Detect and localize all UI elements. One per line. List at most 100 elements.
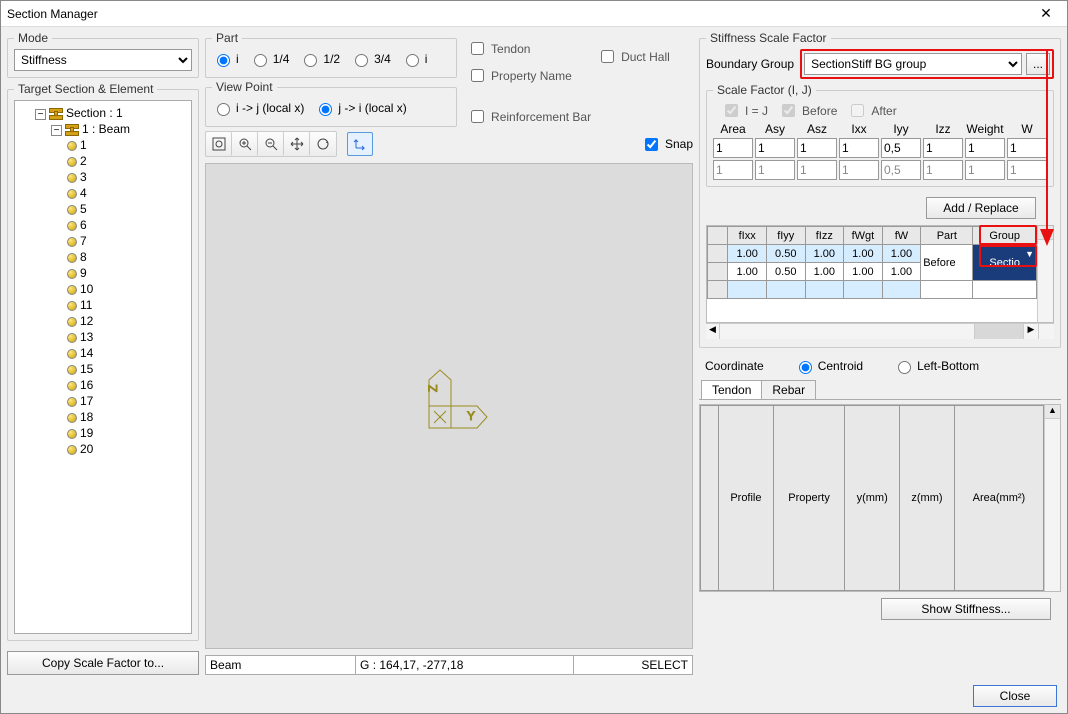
sf-input[interactable] <box>713 138 753 158</box>
centroid-radio[interactable]: Centroid <box>794 358 863 374</box>
show-stiffness-button[interactable]: Show Stiffness... <box>881 598 1051 620</box>
sf-input-ro <box>755 160 795 180</box>
sf-input[interactable] <box>839 138 879 158</box>
coordinate-label: Coordinate <box>705 359 764 373</box>
tree-item[interactable]: 16 <box>67 377 187 393</box>
svg-text:Y: Y <box>467 409 475 423</box>
sf-input-ro <box>965 160 1005 180</box>
section-tree[interactable]: −Section : 1−1 : Beam1234567891011121314… <box>14 100 192 634</box>
sf-input-ro <box>923 160 963 180</box>
stiffness-scale-factor-group: Stiffness Scale Factor Boundary Group Se… <box>699 31 1061 348</box>
part-radio-1/2[interactable]: 1/2 <box>299 51 340 67</box>
zoom-in-icon[interactable] <box>232 132 258 156</box>
target-legend: Target Section & Element <box>14 82 157 96</box>
coordinate-axes-icon: Z Y <box>409 366 489 446</box>
status-bar: Beam G : 164,17, -277,18 SELECT <box>205 655 693 675</box>
tree-item[interactable]: 14 <box>67 345 187 361</box>
tree-item[interactable]: 7 <box>67 233 187 249</box>
grid-hscroll[interactable]: ◀ ▶ <box>706 323 1054 339</box>
sf-input-ro <box>839 160 879 180</box>
tree-item[interactable]: 3 <box>67 169 187 185</box>
tendon-rebar-tabs: Tendon Rebar <box>699 380 1061 400</box>
tree-item[interactable]: 17 <box>67 393 187 409</box>
sf-input[interactable] <box>755 138 795 158</box>
grid-vscroll[interactable]: ▲ <box>1037 226 1053 322</box>
sf-input-ro <box>881 160 921 180</box>
target-group: Target Section & Element −Section : 1−1 … <box>7 82 199 641</box>
add-replace-button[interactable]: Add / Replace <box>926 197 1036 219</box>
tree-item[interactable]: 2 <box>67 153 187 169</box>
tree-item[interactable]: 6 <box>67 217 187 233</box>
boundary-group-select[interactable]: SectionStiff BG group <box>804 53 1022 75</box>
tree-item[interactable]: 8 <box>67 249 187 265</box>
titlebar: Section Manager ✕ <box>1 1 1067 27</box>
window-title: Section Manager <box>7 7 1031 21</box>
sf-input[interactable] <box>965 138 1005 158</box>
snap-check[interactable]: Snap <box>641 135 693 154</box>
tendon-check[interactable]: Tendon <box>467 39 591 58</box>
viewpoint-radio[interactable]: j -> i (local x) <box>314 100 406 116</box>
sf-legend: Scale Factor (I, J) <box>713 83 816 97</box>
view-toolbar <box>205 131 337 157</box>
zoom-out-icon[interactable] <box>258 132 284 156</box>
tree-item[interactable]: 10 <box>67 281 187 297</box>
part-radio-i[interactable]: i <box>212 51 239 67</box>
tree-item[interactable]: 15 <box>67 361 187 377</box>
tab-rebar[interactable]: Rebar <box>761 380 816 399</box>
mode-legend: Mode <box>14 31 52 45</box>
sf-input[interactable] <box>881 138 921 158</box>
section-viewport[interactable]: Z Y <box>205 163 693 649</box>
i-equals-j-check: I = J <box>721 101 768 120</box>
scale-factor-grid[interactable]: fIxxfIyyfIzzfWgtfWPartGroup1.000.501.001… <box>706 225 1054 323</box>
tree-item[interactable]: 1 <box>67 137 187 153</box>
mode-select[interactable]: Stiffness <box>14 49 192 71</box>
sf-input[interactable] <box>1007 138 1047 158</box>
viewpoint-legend: View Point <box>212 80 276 94</box>
part-radio-i[interactable]: i <box>401 51 428 67</box>
tree-item[interactable]: 9 <box>67 265 187 281</box>
tree-item[interactable]: 18 <box>67 409 187 425</box>
tree-item[interactable]: 11 <box>67 297 187 313</box>
zoom-fit-icon[interactable] <box>206 132 232 156</box>
scale-factor-group: Scale Factor (I, J) I = J Before After A… <box>706 83 1054 187</box>
left-bottom-radio[interactable]: Left-Bottom <box>893 358 979 374</box>
tree-item[interactable]: 12 <box>67 313 187 329</box>
copy-scale-factor-button[interactable]: Copy Scale Factor to... <box>7 651 199 675</box>
status-name: Beam <box>205 655 355 675</box>
mode-group: Mode Stiffness <box>7 31 199 78</box>
viewpoint-group: View Point i -> j (local x) j -> i (local… <box>205 80 457 127</box>
sf-input-ro <box>797 160 837 180</box>
part-radio-3/4[interactable]: 3/4 <box>350 51 391 67</box>
axis-toggle-icon[interactable] <box>347 132 373 156</box>
tendon-vscroll[interactable]: ▲ <box>1044 405 1060 591</box>
status-coord: G : 164,17, -277,18 <box>355 655 573 675</box>
tree-item[interactable]: 4 <box>67 185 187 201</box>
boundary-group-label: Boundary Group <box>706 57 794 71</box>
part-group: Part i 1/4 1/2 3/4 i <box>205 31 457 78</box>
tree-item[interactable]: 20 <box>67 441 187 457</box>
after-check: After <box>847 101 896 120</box>
tree-item[interactable]: 5 <box>67 201 187 217</box>
svg-text:Z: Z <box>426 385 440 392</box>
close-button[interactable]: Close <box>973 685 1057 707</box>
redraw-icon[interactable] <box>310 132 336 156</box>
sf-input-ro <box>1007 160 1047 180</box>
boundary-group-browse-button[interactable]: ... <box>1026 53 1050 75</box>
duct-hall-check[interactable]: Duct Hall <box>597 47 670 66</box>
part-radio-1/4[interactable]: 1/4 <box>249 51 290 67</box>
pan-icon[interactable] <box>284 132 310 156</box>
tab-tendon[interactable]: Tendon <box>701 380 762 399</box>
ssf-legend: Stiffness Scale Factor <box>706 31 831 45</box>
reinforcement-check[interactable]: Reinforcement Bar <box>467 107 591 126</box>
sf-input[interactable] <box>923 138 963 158</box>
tendon-grid[interactable]: ProfilePropertyy(mm)z(mm)Area(mm²) ▲ <box>699 404 1061 592</box>
part-legend: Part <box>212 31 242 45</box>
sf-input[interactable] <box>797 138 837 158</box>
close-icon[interactable]: ✕ <box>1031 5 1061 22</box>
tree-item[interactable]: 19 <box>67 425 187 441</box>
property-name-check[interactable]: Property Name <box>467 66 591 85</box>
viewpoint-radio[interactable]: i -> j (local x) <box>212 100 304 116</box>
before-check: Before <box>778 101 837 120</box>
status-mode: SELECT <box>573 655 693 675</box>
tree-item[interactable]: 13 <box>67 329 187 345</box>
